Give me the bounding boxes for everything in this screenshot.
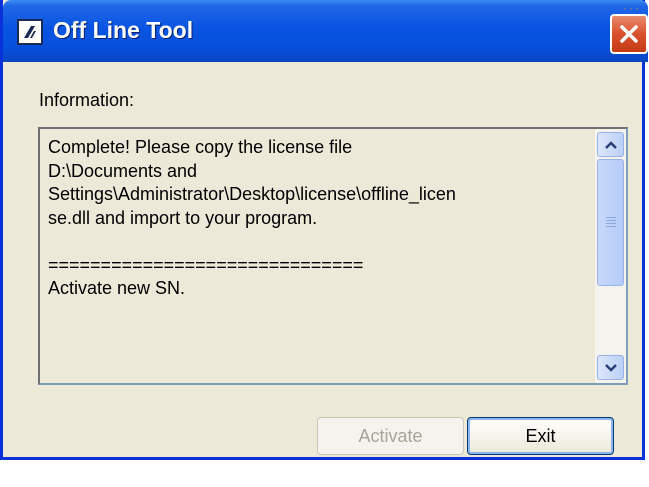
vertical-scrollbar[interactable]: [595, 129, 626, 383]
close-button[interactable]: [610, 14, 648, 54]
exit-button[interactable]: Exit: [467, 417, 614, 455]
information-text: Complete! Please copy the license file D…: [48, 137, 456, 298]
chevron-down-icon: [605, 364, 617, 372]
activate-button[interactable]: Activate: [317, 417, 464, 455]
scroll-up-button[interactable]: [597, 132, 624, 157]
information-textarea[interactable]: Complete! Please copy the license file D…: [38, 127, 628, 385]
information-label: Information:: [39, 90, 135, 110]
title-bar[interactable]: Off Line Tool: [3, 0, 648, 62]
app-icon: [17, 19, 43, 45]
scroll-down-button[interactable]: [597, 355, 624, 380]
dialog-window: Off Line Tool Information: Complete! Ple…: [0, 0, 648, 460]
top-edge-dots: ···: [622, 0, 641, 17]
grip-icon: [606, 217, 616, 229]
close-icon: [620, 25, 638, 43]
scroll-thumb[interactable]: [597, 159, 624, 286]
chevron-up-icon: [605, 141, 617, 149]
window-title: Off Line Tool: [53, 17, 194, 43]
